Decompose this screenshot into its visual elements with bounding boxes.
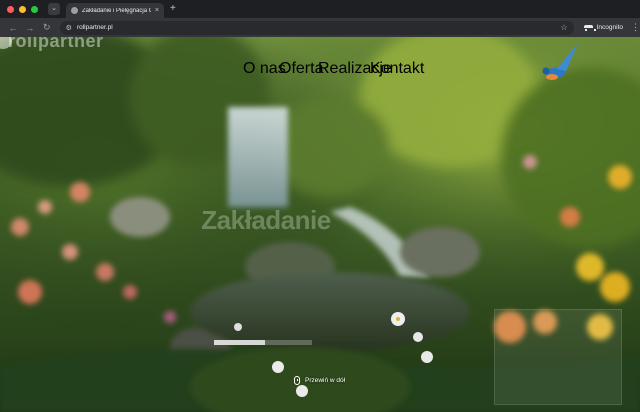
browser-menu-icon[interactable]: ⋮ bbox=[631, 22, 640, 33]
slider-progress-fill bbox=[214, 340, 265, 345]
nav-link-oferta[interactable]: Oferta bbox=[279, 60, 323, 78]
bookmark-star-icon[interactable]: ☆ bbox=[560, 23, 567, 32]
browser-tab[interactable]: Zakładanie i Pielęgnacja Ogr × bbox=[66, 3, 164, 18]
incognito-label: Incognito bbox=[596, 24, 624, 31]
nav-link-kontakt[interactable]: Kontakt bbox=[370, 60, 424, 78]
globe-icon bbox=[71, 7, 78, 14]
window-controls bbox=[7, 5, 38, 13]
site-info-icon[interactable]: ⚙ bbox=[66, 24, 72, 32]
back-arrow-icon[interactable]: ← bbox=[6, 23, 20, 33]
address-bar[interactable]: ⚙ rollpartner.pl ☆ bbox=[59, 20, 574, 35]
forward-arrow-icon[interactable]: → bbox=[23, 23, 37, 33]
close-tab-icon[interactable]: × bbox=[155, 7, 159, 14]
logo[interactable]: rollpartner bbox=[8, 37, 104, 52]
url-text[interactable]: rollpartner.pl bbox=[77, 24, 556, 31]
hero-title: Zakładanie bbox=[201, 205, 331, 235]
slider-progress-bar bbox=[214, 340, 312, 345]
incognito-icon bbox=[583, 24, 596, 31]
maximize-window-button[interactable] bbox=[31, 5, 38, 13]
close-window-button[interactable] bbox=[7, 5, 14, 13]
browser-toolbar: ← → ↻ ⚙ rollpartner.pl ☆ Incognito ⋮ bbox=[0, 18, 640, 37]
tab-bar: ⌄ Zakładanie i Pielęgnacja Ogr × + bbox=[0, 0, 640, 18]
decorative-glass-panel bbox=[494, 309, 622, 405]
page-viewport: rollpartner O nas Oferta Realizacje Kont… bbox=[0, 37, 640, 412]
scroll-down-label: Przewiń w dół bbox=[305, 377, 346, 384]
incognito-indicator[interactable]: Incognito bbox=[583, 24, 624, 31]
reload-icon[interactable]: ↻ bbox=[40, 22, 54, 33]
new-tab-button[interactable]: + bbox=[170, 4, 176, 14]
mouse-scroll-icon bbox=[294, 376, 300, 385]
tab-search-button[interactable]: ⌄ bbox=[48, 3, 60, 15]
scroll-down-hint[interactable]: Przewiń w dół bbox=[294, 376, 345, 385]
minimize-window-button[interactable] bbox=[19, 5, 26, 13]
tab-title: Zakładanie i Pielęgnacja Ogr bbox=[82, 7, 151, 14]
